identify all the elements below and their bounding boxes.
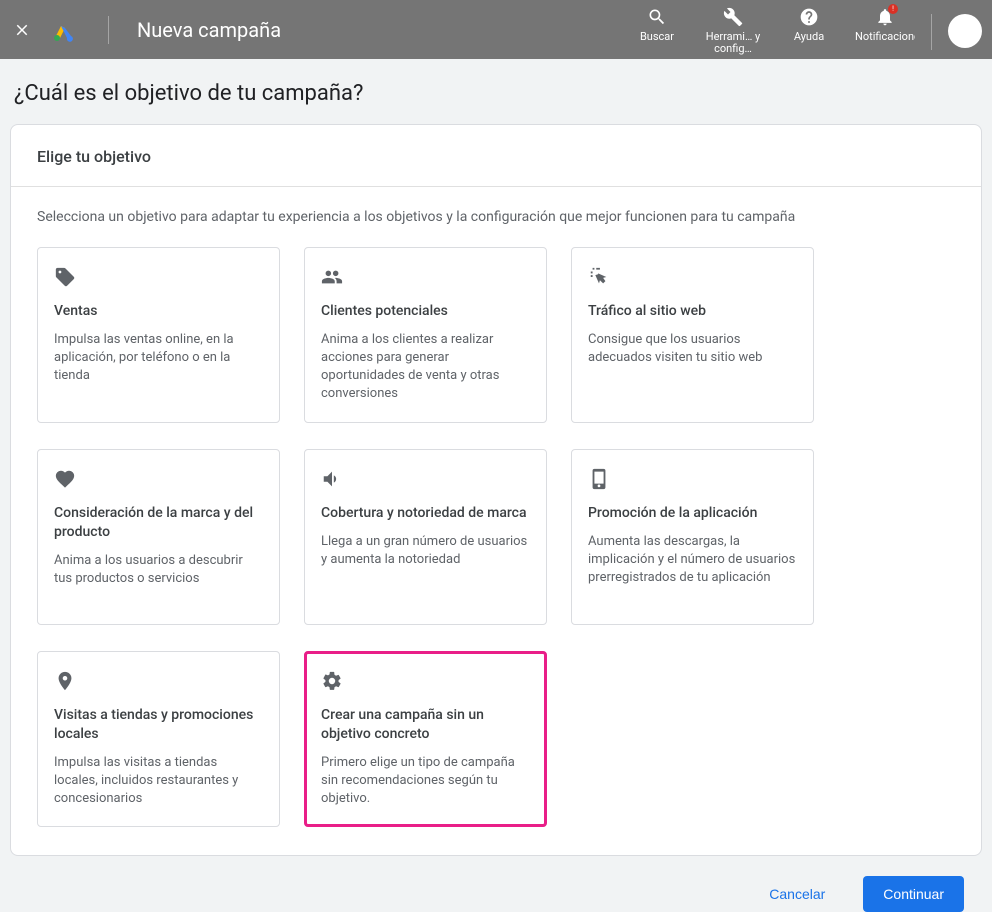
tile-desc: Anima a los clientes a realizar acciones… <box>321 331 530 404</box>
tile-title: Consideración de la marca y del producto <box>54 504 263 542</box>
card-intro: Selecciona un objetivo para adaptar tu e… <box>37 209 955 225</box>
tile-title: Cobertura y notoriedad de marca <box>321 504 530 523</box>
tile-title: Tráfico al sitio web <box>588 302 797 321</box>
divider <box>108 16 109 44</box>
help-icon <box>799 7 819 27</box>
notifications-action[interactable]: ! Notificaciones <box>855 4 915 43</box>
tile-title: Ventas <box>54 302 263 321</box>
tile-desc: Aumenta las descargas, la implicación y … <box>588 533 797 588</box>
footer: Cancelar Continuar <box>10 856 982 912</box>
page-title: Nueva campaña <box>137 18 281 42</box>
objective-tile-phone[interactable]: Promoción de la aplicación Aumenta las de… <box>571 449 814 625</box>
close-icon <box>13 21 31 39</box>
help-label: Ayuda <box>794 31 824 43</box>
topbar-right: Buscar Herrami… y config… Ayuda ! Notifi… <box>627 0 992 59</box>
people-icon <box>321 266 530 288</box>
tile-title: Promoción de la aplicación <box>588 504 797 523</box>
notifications-label: Notificaciones <box>855 31 915 43</box>
megaphone-icon <box>321 468 530 490</box>
tile-desc: Impulsa las visitas a tiendas locales, i… <box>54 754 263 809</box>
divider <box>931 14 932 50</box>
objective-tile-megaphone[interactable]: Cobertura y notoriedad de marca Llega a u… <box>304 449 547 625</box>
close-button[interactable] <box>12 20 32 40</box>
search-action[interactable]: Buscar <box>627 4 687 43</box>
card-header: Elige tu objetivo <box>11 125 981 187</box>
avatar[interactable] <box>948 14 982 48</box>
topbar: Nueva campaña Buscar Herrami… y config… … <box>0 0 992 59</box>
tile-desc: Impulsa las ventas online, en la aplicac… <box>54 331 263 386</box>
objective-question: ¿Cuál es el objetivo de tu campaña? <box>14 81 982 106</box>
main: ¿Cuál es el objetivo de tu campaña? Elig… <box>0 59 992 912</box>
objective-tile-people[interactable]: Clientes potenciales Anima a los clientes… <box>304 247 547 423</box>
tile-title: Crear una campaña sin un objetivo concre… <box>321 706 530 744</box>
pin-icon <box>54 670 263 692</box>
tile-desc: Llega a un gran número de usuarios y aum… <box>321 533 530 569</box>
objective-tile-tag[interactable]: Ventas Impulsa las ventas online, en la a… <box>37 247 280 423</box>
topbar-left: Nueva campaña <box>0 16 281 44</box>
tile-title: Visitas a tiendas y promociones locales <box>54 706 263 744</box>
phone-icon <box>588 468 797 490</box>
help-action[interactable]: Ayuda <box>779 4 839 43</box>
google-ads-logo <box>50 17 76 43</box>
tile-desc: Anima a los usuarios a descubrir tus pro… <box>54 552 263 588</box>
search-label: Buscar <box>640 31 674 43</box>
tile-title: Clientes potenciales <box>321 302 530 321</box>
objective-card: Elige tu objetivo Selecciona un objetivo… <box>10 124 982 856</box>
objective-tile-cursor[interactable]: Tráfico al sitio web Consigue que los usu… <box>571 247 814 423</box>
wrench-icon <box>723 7 743 27</box>
tag-icon <box>54 266 263 288</box>
search-icon <box>647 7 667 27</box>
tools-action[interactable]: Herrami… y config… <box>703 4 763 55</box>
card-body: Selecciona un objetivo para adaptar tu e… <box>11 187 981 855</box>
objective-grid: Ventas Impulsa las ventas online, en la a… <box>37 247 955 827</box>
gear-icon <box>321 670 530 692</box>
tools-label: Herrami… y config… <box>703 31 763 55</box>
tile-desc: Consigue que los usuarios adecuados visi… <box>588 331 797 367</box>
google-ads-logo-icon <box>51 18 75 42</box>
heart-icon <box>54 468 263 490</box>
objective-tile-heart[interactable]: Consideración de la marca y del producto… <box>37 449 280 625</box>
objective-tile-pin[interactable]: Visitas a tiendas y promociones locales I… <box>37 651 280 827</box>
objective-tile-gear[interactable]: Crear una campaña sin un objetivo concre… <box>304 651 547 827</box>
cursor-icon <box>588 266 797 288</box>
notification-badge: ! <box>888 4 898 14</box>
tile-desc: Primero elige un tipo de campaña sin rec… <box>321 754 530 809</box>
